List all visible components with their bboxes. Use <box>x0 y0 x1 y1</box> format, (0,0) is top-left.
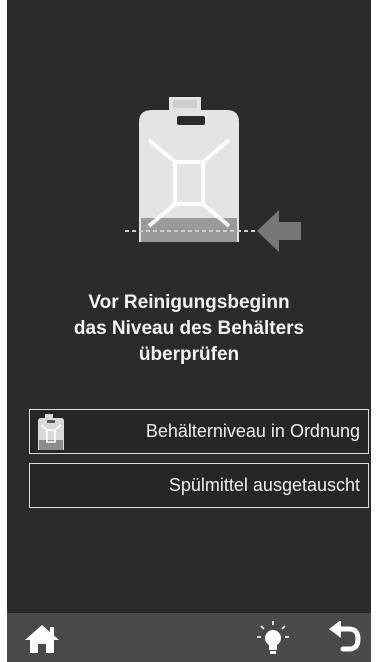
level-ok-button[interactable]: Behälterniveau in Ordnung <box>29 409 369 454</box>
instruction-message: Vor Reinigungsbeginn das Niveau des Behä… <box>7 290 371 368</box>
level-ok-label: Behälterniveau in Ordnung <box>145 421 360 441</box>
message-line-1: Vor Reinigungsbeginn <box>88 292 290 313</box>
back-button[interactable] <box>327 620 363 657</box>
lightbulb-icon <box>257 621 289 654</box>
rinse-replaced-label: Spülmittel ausgetauscht <box>168 475 360 495</box>
message-line-2: das Niveau des Behälters <box>73 318 305 339</box>
home-button[interactable] <box>23 623 61 655</box>
canister-level-icon <box>125 97 301 252</box>
screen: Vor Reinigungsbeginn das Niveau des Behä… <box>7 0 371 662</box>
canister-icon <box>38 414 64 450</box>
back-arrow-icon <box>329 620 361 652</box>
message-line-3: überprüfen <box>138 344 240 365</box>
hint-button[interactable] <box>255 620 291 656</box>
bottom-bar <box>7 613 371 662</box>
rinse-replaced-button[interactable]: Spülmittel ausgetauscht <box>29 463 369 508</box>
canister-illustration <box>117 92 307 262</box>
home-icon <box>25 625 59 653</box>
